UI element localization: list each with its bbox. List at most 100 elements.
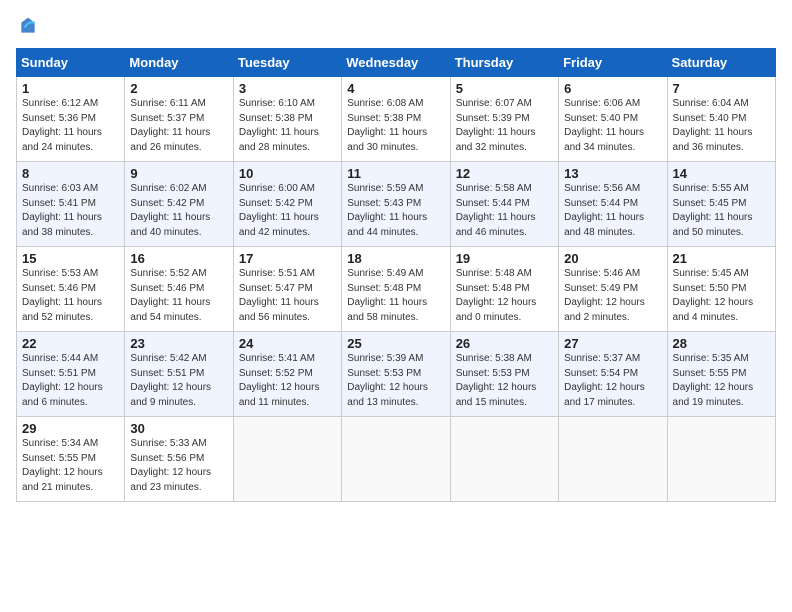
day-number: 25 (347, 336, 444, 351)
day-info: Sunrise: 5:45 AMSunset: 5:50 PMDaylight:… (673, 268, 754, 323)
calendar-week-2: 8 Sunrise: 6:03 AMSunset: 5:41 PMDayligh… (17, 162, 776, 247)
day-info: Sunrise: 5:53 AMSunset: 5:46 PMDaylight:… (22, 268, 102, 323)
day-info: Sunrise: 5:41 AMSunset: 5:52 PMDaylight:… (239, 353, 320, 408)
day-info: Sunrise: 5:58 AMSunset: 5:44 PMDaylight:… (456, 183, 536, 238)
calendar-cell: 6 Sunrise: 6:06 AMSunset: 5:40 PMDayligh… (559, 77, 667, 162)
weekday-header-thursday: Thursday (450, 49, 558, 77)
day-info: Sunrise: 6:12 AMSunset: 5:36 PMDaylight:… (22, 98, 102, 153)
logo (16, 16, 38, 36)
day-info: Sunrise: 6:08 AMSunset: 5:38 PMDaylight:… (347, 98, 427, 153)
calendar-cell: 23 Sunrise: 5:42 AMSunset: 5:51 PMDaylig… (125, 332, 233, 417)
day-info: Sunrise: 5:52 AMSunset: 5:46 PMDaylight:… (130, 268, 210, 323)
day-number: 21 (673, 251, 770, 266)
day-number: 30 (130, 421, 227, 436)
day-info: Sunrise: 5:49 AMSunset: 5:48 PMDaylight:… (347, 268, 427, 323)
day-info: Sunrise: 6:07 AMSunset: 5:39 PMDaylight:… (456, 98, 536, 153)
day-info: Sunrise: 5:59 AMSunset: 5:43 PMDaylight:… (347, 183, 427, 238)
day-info: Sunrise: 5:44 AMSunset: 5:51 PMDaylight:… (22, 353, 103, 408)
calendar-cell (667, 417, 775, 502)
calendar-cell: 29 Sunrise: 5:34 AMSunset: 5:55 PMDaylig… (17, 417, 125, 502)
calendar-cell: 17 Sunrise: 5:51 AMSunset: 5:47 PMDaylig… (233, 247, 341, 332)
day-info: Sunrise: 5:34 AMSunset: 5:55 PMDaylight:… (22, 438, 103, 493)
day-info: Sunrise: 6:02 AMSunset: 5:42 PMDaylight:… (130, 183, 210, 238)
day-number: 15 (22, 251, 119, 266)
calendar-cell: 21 Sunrise: 5:45 AMSunset: 5:50 PMDaylig… (667, 247, 775, 332)
calendar-cell: 8 Sunrise: 6:03 AMSunset: 5:41 PMDayligh… (17, 162, 125, 247)
calendar-week-5: 29 Sunrise: 5:34 AMSunset: 5:55 PMDaylig… (17, 417, 776, 502)
day-info: Sunrise: 6:11 AMSunset: 5:37 PMDaylight:… (130, 98, 210, 153)
day-info: Sunrise: 6:06 AMSunset: 5:40 PMDaylight:… (564, 98, 644, 153)
calendar-cell: 16 Sunrise: 5:52 AMSunset: 5:46 PMDaylig… (125, 247, 233, 332)
day-number: 8 (22, 166, 119, 181)
calendar-cell: 15 Sunrise: 5:53 AMSunset: 5:46 PMDaylig… (17, 247, 125, 332)
day-number: 7 (673, 81, 770, 96)
calendar-cell: 12 Sunrise: 5:58 AMSunset: 5:44 PMDaylig… (450, 162, 558, 247)
day-info: Sunrise: 6:00 AMSunset: 5:42 PMDaylight:… (239, 183, 319, 238)
day-number: 1 (22, 81, 119, 96)
page-header (16, 16, 776, 36)
day-number: 3 (239, 81, 336, 96)
day-info: Sunrise: 5:51 AMSunset: 5:47 PMDaylight:… (239, 268, 319, 323)
day-info: Sunrise: 5:56 AMSunset: 5:44 PMDaylight:… (564, 183, 644, 238)
calendar-cell: 2 Sunrise: 6:11 AMSunset: 5:37 PMDayligh… (125, 77, 233, 162)
weekday-header-tuesday: Tuesday (233, 49, 341, 77)
calendar-cell: 11 Sunrise: 5:59 AMSunset: 5:43 PMDaylig… (342, 162, 450, 247)
day-number: 28 (673, 336, 770, 351)
calendar-cell: 10 Sunrise: 6:00 AMSunset: 5:42 PMDaylig… (233, 162, 341, 247)
calendar-cell: 13 Sunrise: 5:56 AMSunset: 5:44 PMDaylig… (559, 162, 667, 247)
day-info: Sunrise: 5:55 AMSunset: 5:45 PMDaylight:… (673, 183, 753, 238)
day-number: 10 (239, 166, 336, 181)
calendar-cell: 4 Sunrise: 6:08 AMSunset: 5:38 PMDayligh… (342, 77, 450, 162)
calendar-week-1: 1 Sunrise: 6:12 AMSunset: 5:36 PMDayligh… (17, 77, 776, 162)
day-info: Sunrise: 6:10 AMSunset: 5:38 PMDaylight:… (239, 98, 319, 153)
calendar-cell: 1 Sunrise: 6:12 AMSunset: 5:36 PMDayligh… (17, 77, 125, 162)
day-number: 9 (130, 166, 227, 181)
day-number: 20 (564, 251, 661, 266)
day-info: Sunrise: 6:03 AMSunset: 5:41 PMDaylight:… (22, 183, 102, 238)
calendar-cell: 20 Sunrise: 5:46 AMSunset: 5:49 PMDaylig… (559, 247, 667, 332)
day-info: Sunrise: 6:04 AMSunset: 5:40 PMDaylight:… (673, 98, 753, 153)
day-number: 17 (239, 251, 336, 266)
day-number: 11 (347, 166, 444, 181)
day-number: 12 (456, 166, 553, 181)
calendar-cell: 5 Sunrise: 6:07 AMSunset: 5:39 PMDayligh… (450, 77, 558, 162)
day-number: 27 (564, 336, 661, 351)
day-number: 18 (347, 251, 444, 266)
day-info: Sunrise: 5:46 AMSunset: 5:49 PMDaylight:… (564, 268, 645, 323)
logo-icon (18, 16, 38, 36)
day-info: Sunrise: 5:38 AMSunset: 5:53 PMDaylight:… (456, 353, 537, 408)
calendar-header-row: SundayMondayTuesdayWednesdayThursdayFrid… (17, 49, 776, 77)
calendar-cell: 9 Sunrise: 6:02 AMSunset: 5:42 PMDayligh… (125, 162, 233, 247)
calendar-cell: 27 Sunrise: 5:37 AMSunset: 5:54 PMDaylig… (559, 332, 667, 417)
calendar-cell: 26 Sunrise: 5:38 AMSunset: 5:53 PMDaylig… (450, 332, 558, 417)
day-info: Sunrise: 5:37 AMSunset: 5:54 PMDaylight:… (564, 353, 645, 408)
calendar-week-4: 22 Sunrise: 5:44 AMSunset: 5:51 PMDaylig… (17, 332, 776, 417)
day-number: 19 (456, 251, 553, 266)
day-info: Sunrise: 5:33 AMSunset: 5:56 PMDaylight:… (130, 438, 211, 493)
weekday-header-monday: Monday (125, 49, 233, 77)
day-info: Sunrise: 5:48 AMSunset: 5:48 PMDaylight:… (456, 268, 537, 323)
day-number: 6 (564, 81, 661, 96)
day-number: 14 (673, 166, 770, 181)
calendar-cell: 3 Sunrise: 6:10 AMSunset: 5:38 PMDayligh… (233, 77, 341, 162)
calendar-cell: 28 Sunrise: 5:35 AMSunset: 5:55 PMDaylig… (667, 332, 775, 417)
calendar-cell (342, 417, 450, 502)
weekday-header-sunday: Sunday (17, 49, 125, 77)
day-number: 13 (564, 166, 661, 181)
day-info: Sunrise: 5:42 AMSunset: 5:51 PMDaylight:… (130, 353, 211, 408)
calendar-cell: 14 Sunrise: 5:55 AMSunset: 5:45 PMDaylig… (667, 162, 775, 247)
day-number: 23 (130, 336, 227, 351)
day-info: Sunrise: 5:39 AMSunset: 5:53 PMDaylight:… (347, 353, 428, 408)
calendar-cell: 30 Sunrise: 5:33 AMSunset: 5:56 PMDaylig… (125, 417, 233, 502)
calendar-cell: 18 Sunrise: 5:49 AMSunset: 5:48 PMDaylig… (342, 247, 450, 332)
weekday-header-saturday: Saturday (667, 49, 775, 77)
calendar-cell: 7 Sunrise: 6:04 AMSunset: 5:40 PMDayligh… (667, 77, 775, 162)
calendar-cell: 24 Sunrise: 5:41 AMSunset: 5:52 PMDaylig… (233, 332, 341, 417)
calendar-cell (450, 417, 558, 502)
day-number: 22 (22, 336, 119, 351)
calendar-week-3: 15 Sunrise: 5:53 AMSunset: 5:46 PMDaylig… (17, 247, 776, 332)
weekday-header-wednesday: Wednesday (342, 49, 450, 77)
calendar-cell (559, 417, 667, 502)
calendar-table: SundayMondayTuesdayWednesdayThursdayFrid… (16, 48, 776, 502)
calendar-cell: 22 Sunrise: 5:44 AMSunset: 5:51 PMDaylig… (17, 332, 125, 417)
